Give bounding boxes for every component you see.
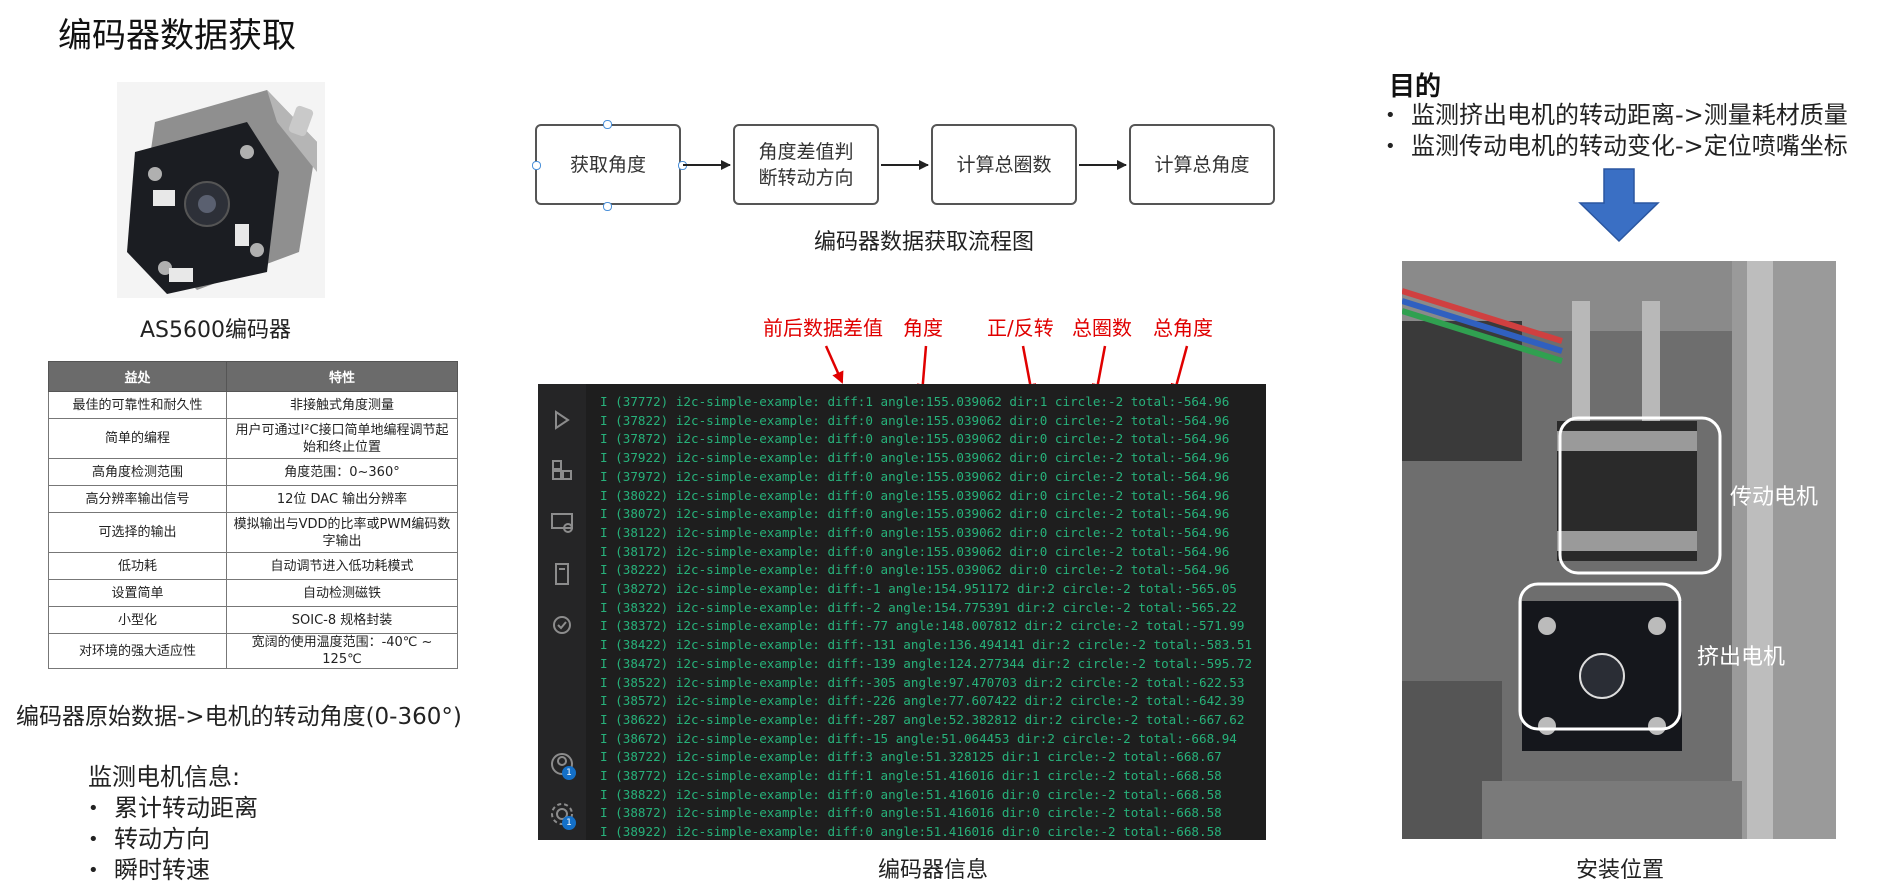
annotation-diff: 前后数据差值: [763, 316, 883, 340]
terminal-line: I (38072) i2c-simple-example: diff:0 ang…: [600, 506, 1230, 522]
install-caption: 安装位置: [1576, 858, 1665, 883]
annotation-angle: 角度: [903, 316, 943, 340]
terminal-line: I (38022) i2c-simple-example: diff:0 ang…: [600, 487, 1230, 503]
account-badge: 1: [562, 766, 576, 780]
transmission-motor-label: 传动电机: [1730, 485, 1819, 510]
terminal-caption: 编码器信息: [878, 858, 989, 883]
test-icon[interactable]: [548, 612, 576, 640]
terminal-line: I (37772) i2c-simple-example: diff:1 ang…: [600, 394, 1230, 409]
debug-icon[interactable]: [548, 406, 576, 434]
terminal-line: I (37922) i2c-simple-example: diff:0 ang…: [600, 450, 1230, 466]
terminal-line: I (38572) i2c-simple-example: diff:-226 …: [600, 693, 1245, 709]
terminal-line: I (37822) i2c-simple-example: diff:0 ang…: [600, 412, 1230, 428]
extruder-motor-label: 挤出电机: [1697, 645, 1786, 670]
terminal-line: I (38222) i2c-simple-example: diff:0 ang…: [600, 562, 1230, 578]
terminal-line: I (37872) i2c-simple-example: diff:0 ang…: [600, 431, 1230, 447]
terminal-line: I (38472) i2c-simple-example: diff:-139 …: [600, 655, 1253, 671]
activity-bar: 1 1: [538, 384, 586, 840]
annotation-total: 总角度: [1153, 316, 1213, 340]
settings-badge: 1: [562, 816, 576, 830]
purpose-list: 监测挤出电机的转动距离->测量耗材质量 监测传动电机的转动变化->定位喷嘴坐标: [1383, 100, 1848, 162]
terminal-line: I (38872) i2c-simple-example: diff:0 ang…: [600, 805, 1222, 821]
extensions-icon[interactable]: [548, 456, 576, 484]
terminal-output[interactable]: 1 1 I (37772) i2c-simple-example: diff:1…: [538, 384, 1266, 840]
terminal-line: I (38772) i2c-simple-example: diff:1 ang…: [600, 768, 1222, 783]
terminal-line: I (38172) i2c-simple-example: diff:0 ang…: [600, 543, 1230, 559]
remote-explorer-icon[interactable]: [548, 508, 576, 536]
purpose-heading: 目的: [1389, 72, 1442, 102]
terminal-line: I (38422) i2c-simple-example: diff:-131 …: [600, 637, 1253, 653]
terminal-line: I (38922) i2c-simple-example: diff:0 ang…: [600, 824, 1222, 840]
list-item: 监测挤出电机的转动距离->测量耗材质量: [1383, 100, 1848, 131]
device-icon[interactable]: [548, 560, 576, 588]
terminal-line: I (38322) i2c-simple-example: diff:-2 an…: [600, 599, 1237, 615]
flow-caption: 编码器数据获取流程图: [814, 230, 1035, 255]
terminal-line: I (38122) i2c-simple-example: diff:0 ang…: [600, 524, 1230, 540]
terminal-line: I (38272) i2c-simple-example: diff:-1 an…: [600, 581, 1237, 596]
annotation-arrow: [824, 345, 844, 384]
annotation-circles: 总圈数: [1072, 316, 1132, 340]
list-item: 监测传动电机的转动变化->定位喷嘴坐标: [1383, 131, 1848, 162]
terminal-line: I (38672) i2c-simple-example: diff:-15 a…: [600, 730, 1237, 746]
terminal-line: I (38372) i2c-simple-example: diff:-77 a…: [600, 618, 1245, 634]
annotation-direction: 正/反转: [987, 316, 1054, 340]
install-location-photo: 传动电机 挤出电机: [1402, 261, 1836, 839]
terminal-line: I (38722) i2c-simple-example: diff:3 ang…: [600, 749, 1222, 765]
down-arrow: [1578, 168, 1660, 243]
terminal-line: I (37972) i2c-simple-example: diff:0 ang…: [600, 468, 1230, 484]
terminal-line: I (38822) i2c-simple-example: diff:0 ang…: [600, 786, 1222, 802]
terminal-line: I (38522) i2c-simple-example: diff:-305 …: [600, 674, 1245, 690]
terminal-line: I (38622) i2c-simple-example: diff:-287 …: [600, 711, 1245, 727]
